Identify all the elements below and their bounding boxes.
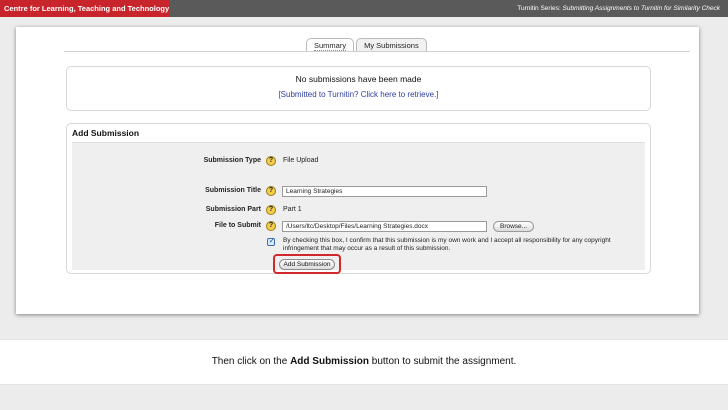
series-label: Turnitin Series: bbox=[517, 5, 561, 12]
tab-my-submissions[interactable]: My Submissions bbox=[356, 38, 427, 52]
help-icon[interactable]: ? bbox=[266, 186, 276, 196]
file-path-input[interactable] bbox=[282, 221, 487, 232]
tab-summary[interactable]: Summary bbox=[306, 38, 355, 52]
help-icon[interactable]: ? bbox=[266, 156, 276, 166]
submission-title-label: Submission Title bbox=[205, 187, 261, 194]
add-submission-form: Add Submission Submission Type ? File Up… bbox=[66, 123, 651, 274]
add-submission-button[interactable]: Add Submission bbox=[279, 259, 335, 270]
tab-divider bbox=[64, 51, 690, 52]
caption-after: button to submit the assignment. bbox=[371, 356, 517, 367]
submission-title-input[interactable] bbox=[282, 186, 487, 197]
submission-type-value: File Upload bbox=[283, 157, 319, 164]
highlight-ring: Add Submission bbox=[273, 254, 341, 274]
browse-button[interactable]: Browse... bbox=[493, 221, 535, 232]
help-icon[interactable]: ? bbox=[266, 221, 276, 231]
file-to-submit-label: File to Submit bbox=[214, 222, 261, 229]
checkmark-icon: ✓ bbox=[268, 236, 276, 245]
slide-caption: Then click on the Add Submission button … bbox=[0, 356, 728, 367]
form-heading: Add Submission bbox=[72, 128, 140, 138]
tab-bar: Summary My Submissions bbox=[306, 38, 427, 52]
tab-my-submissions-label: My Submissions bbox=[364, 41, 419, 50]
submission-part-label: Submission Part bbox=[205, 206, 261, 213]
moodle-screenshot: Summary My Submissions No submissions ha… bbox=[16, 27, 699, 314]
caption-emphasis: Add Submission bbox=[290, 356, 369, 367]
submission-status-box: No submissions have been made [Submitted… bbox=[66, 66, 651, 111]
slide-header: Centre for Learning, Teaching and Techno… bbox=[0, 0, 728, 17]
no-submissions-message: No submissions have been made bbox=[295, 74, 422, 84]
submission-type-label: Submission Type bbox=[203, 157, 261, 164]
submission-part-value: Part 1 bbox=[283, 206, 302, 213]
screenshot-cut-edge bbox=[16, 309, 699, 314]
caption-band: Then click on the Add Submission button … bbox=[0, 339, 728, 385]
caption-before: Then click on the bbox=[211, 356, 288, 367]
help-icon[interactable]: ? bbox=[266, 205, 276, 215]
org-name: Centre for Learning, Teaching and Techno… bbox=[0, 0, 170, 17]
tab-summary-label: Summary bbox=[314, 41, 347, 51]
agree-statement: By checking this box, I confirm that thi… bbox=[283, 237, 611, 252]
series-topic: Submitting Assignments to Turnitin for S… bbox=[562, 5, 721, 12]
retrieve-submission-link[interactable]: [Submitted to Turnitin? Click here to re… bbox=[278, 90, 438, 99]
form-fields: Submission Type ? File Upload Submission… bbox=[72, 142, 645, 274]
agree-checkbox[interactable]: ✓ bbox=[267, 236, 276, 246]
series-title: Turnitin Series: Submitting Assignments … bbox=[517, 0, 720, 17]
